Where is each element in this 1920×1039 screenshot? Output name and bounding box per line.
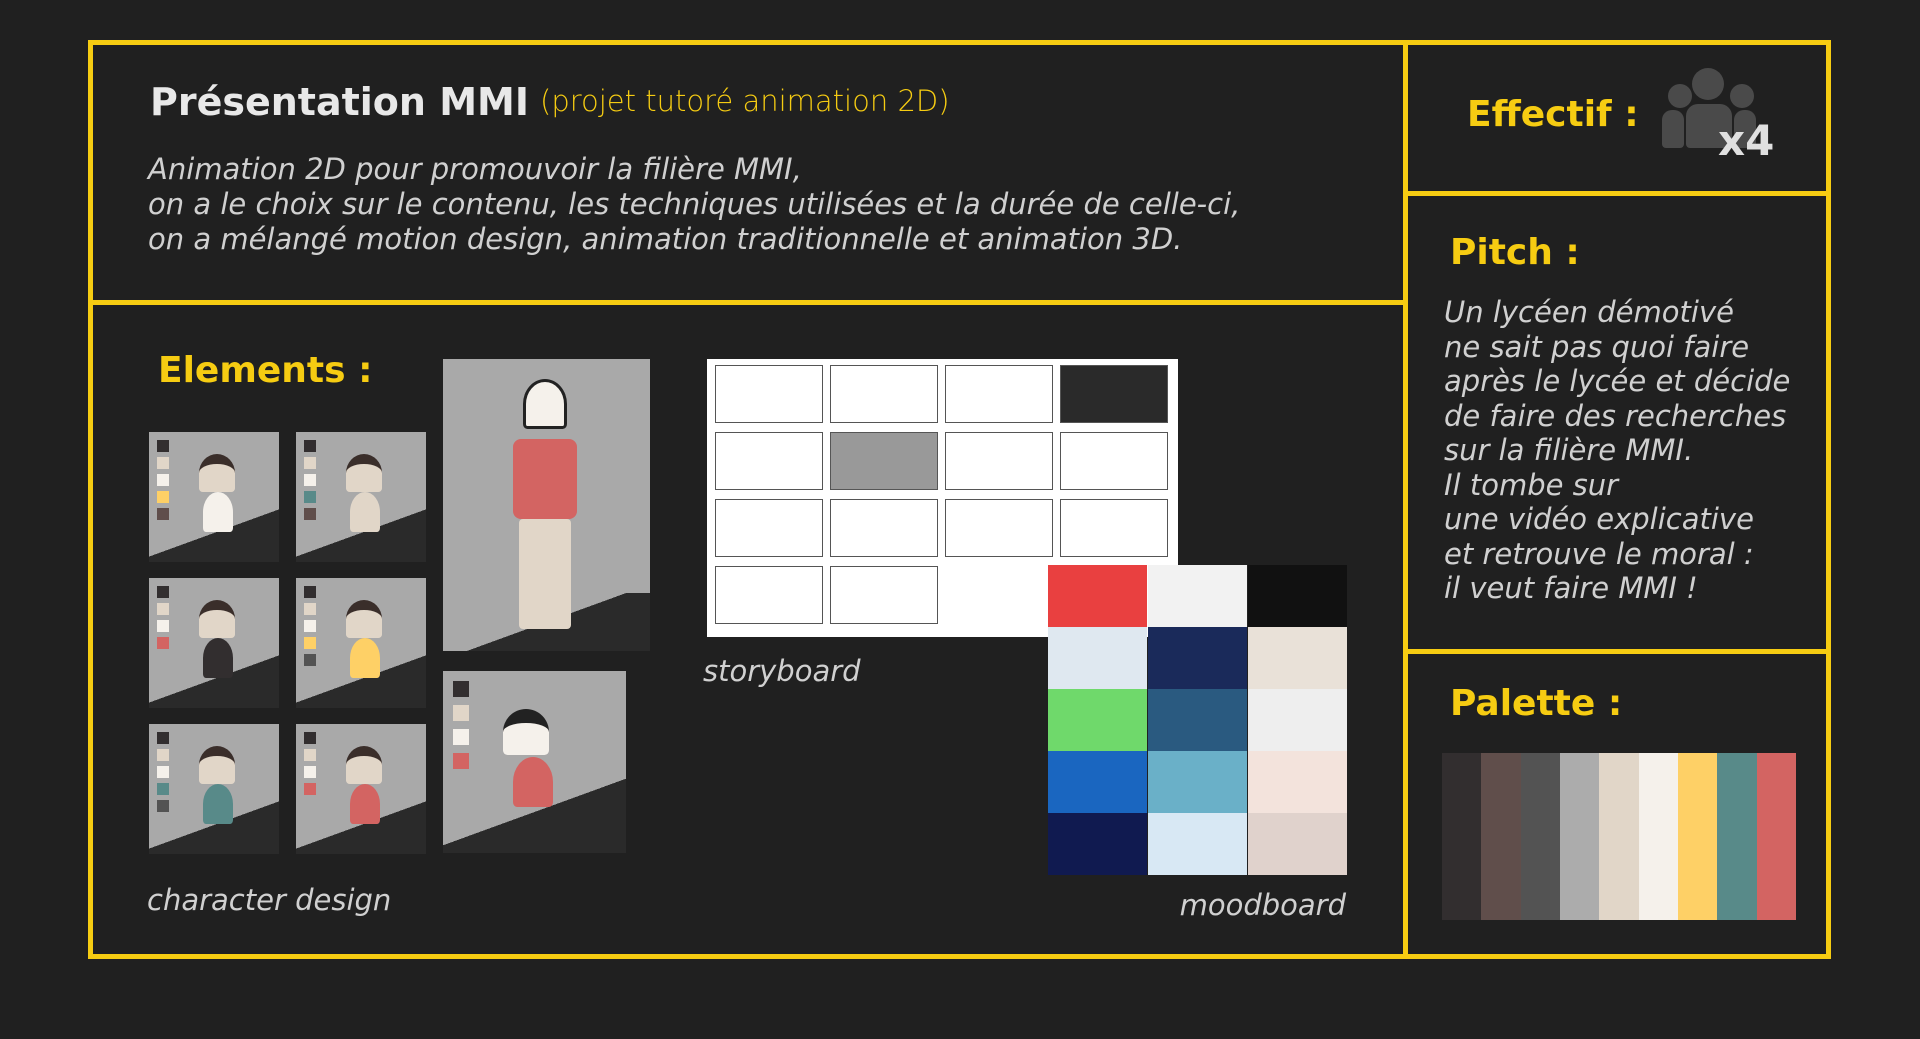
moodboard-tile <box>1248 751 1347 813</box>
palette-heading: Palette : <box>1450 683 1623 724</box>
palette-swatch <box>1599 753 1639 920</box>
pitch-line: sur la filière MMI. <box>1444 433 1694 467</box>
storyboard-panel <box>945 365 1053 423</box>
character-design-image <box>296 432 426 562</box>
moodboard-tile <box>1248 565 1347 627</box>
elements-heading: Elements : <box>158 350 373 391</box>
pitch-line: de faire des recherches <box>1444 398 1787 433</box>
storyboard-panel <box>715 432 823 490</box>
effectif-heading: Effectif : <box>1467 94 1639 135</box>
moodboard-tile <box>1148 813 1247 875</box>
moodboard-tile <box>1048 565 1147 627</box>
moodboard-image <box>1048 565 1347 875</box>
palette-swatch <box>1520 753 1560 920</box>
divider <box>1403 40 1408 959</box>
storyboard-panel <box>945 499 1053 557</box>
character-side-image <box>443 671 626 853</box>
pitch-line: ne sait pas quoi faire <box>1444 329 1750 364</box>
description: Animation 2D pour promouvoir la filière … <box>148 152 1240 257</box>
moodboard-tile <box>1248 813 1347 875</box>
palette-swatch <box>1677 753 1718 920</box>
moodboard-tile <box>1148 751 1247 813</box>
moodboard-tile <box>1248 627 1347 689</box>
group-icon: x4 <box>1662 68 1782 165</box>
character-design-image <box>149 432 279 562</box>
storyboard-panel <box>830 365 938 423</box>
moodboard-tile <box>1048 751 1147 813</box>
palette-swatch <box>1442 753 1482 920</box>
palette-swatch <box>1559 753 1600 920</box>
divider <box>1403 649 1831 654</box>
moodboard-tile <box>1248 689 1347 751</box>
palette-swatch <box>1481 753 1521 920</box>
character-design-label: character design <box>147 883 392 917</box>
palette-swatch <box>1717 753 1757 920</box>
storyboard-panel <box>1060 499 1168 557</box>
character-design-image <box>296 578 426 708</box>
pitch-line: une vidéo explicative <box>1444 502 1754 536</box>
storyboard-panel <box>945 432 1053 490</box>
description-line: on a mélangé motion design, animation tr… <box>148 222 1183 256</box>
storyboard-panel <box>715 566 823 624</box>
moodboard-tile <box>1048 627 1147 689</box>
page-subtitle: (projet tutoré animation 2D) <box>540 84 950 118</box>
character-design-image <box>149 724 279 854</box>
storyboard-panel <box>1060 432 1168 490</box>
pitch-line: Il tombe sur <box>1444 467 1619 502</box>
moodboard-tile <box>1048 689 1147 751</box>
color-palette <box>1442 753 1796 920</box>
character-design-image <box>149 578 279 708</box>
palette-swatch <box>1638 753 1678 920</box>
moodboard-tile <box>1048 813 1147 875</box>
pitch-heading: Pitch : <box>1450 232 1580 273</box>
character-main-image <box>443 359 650 651</box>
divider <box>1403 191 1831 196</box>
moodboard-tile <box>1148 689 1247 751</box>
storyboard-panel <box>1060 365 1168 423</box>
pitch-line: il veut faire MMI ! <box>1444 571 1698 605</box>
pitch-line: après le lycée et décide <box>1444 364 1791 398</box>
member-count: x4 <box>1718 116 1775 165</box>
pitch-line: et retrouve le moral : <box>1444 536 1754 571</box>
moodboard-label: moodboard <box>1179 888 1346 922</box>
palette-swatch <box>1756 753 1796 920</box>
divider <box>88 300 1406 305</box>
moodboard-tile <box>1148 565 1247 627</box>
pitch-line: Un lycéen démotivé <box>1444 295 1734 329</box>
storyboard-panel <box>830 432 938 490</box>
storyboard-panel <box>830 566 938 624</box>
page-title: Présentation MMI <box>150 80 529 124</box>
storyboard-panel <box>715 365 823 423</box>
moodboard-tile <box>1148 627 1247 689</box>
storyboard-panel <box>715 499 823 557</box>
storyboard-panel <box>830 499 938 557</box>
storyboard-label: storyboard <box>703 654 861 688</box>
description-line: on a le choix sur le contenu, les techni… <box>148 187 1241 221</box>
description-line: Animation 2D pour promouvoir la filière … <box>148 152 802 186</box>
pitch-text: Un lycéen démotivé ne sait pas quoi faire… <box>1444 295 1790 606</box>
character-design-image <box>296 724 426 854</box>
